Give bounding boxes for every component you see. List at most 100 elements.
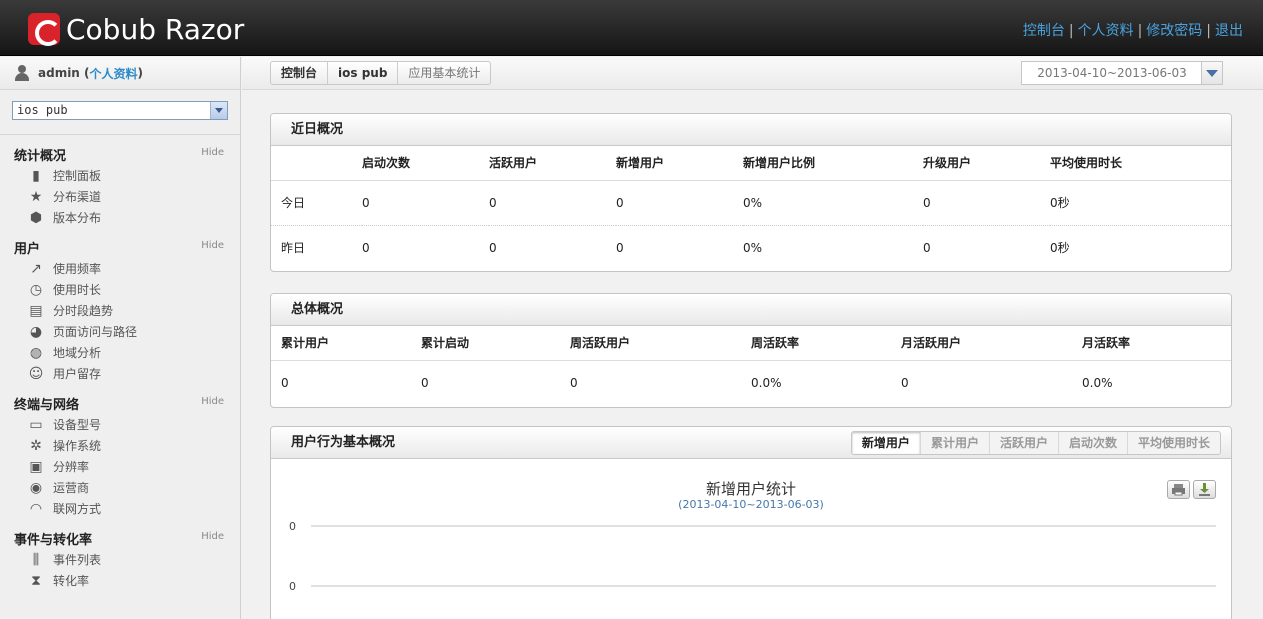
- breadcrumb-bar: 控制台 ios pub 应用基本统计 2013-04-10~2013-06-03: [242, 57, 1263, 90]
- sidebar-item[interactable]: ▭ 设备型号: [14, 414, 240, 435]
- wifi-icon: ◠: [29, 500, 43, 517]
- app-select[interactable]: ios pub: [12, 101, 228, 120]
- date-range-picker[interactable]: 2013-04-10~2013-06-03: [1021, 61, 1223, 85]
- sidebar-item[interactable]: ⧗ 转化率: [14, 570, 240, 591]
- column-header: 周活跃率: [751, 326, 901, 361]
- behavior-panel: 用户行为基本概况 新增用户 累计用户 活跃用户 启动次数 平均使用时长 新增用户统计 (…: [270, 426, 1232, 619]
- column-header: 新增用户: [616, 146, 743, 181]
- table-cell: 0: [616, 180, 743, 226]
- hide-toggle[interactable]: Hide: [201, 240, 224, 251]
- sidebar-item[interactable]: ↗ 使用频率: [14, 258, 240, 279]
- table-cell: 0: [362, 180, 489, 226]
- table-cell: 0: [901, 375, 909, 390]
- sidebar-item[interactable]: ◍ 地域分析: [14, 342, 240, 363]
- table-cell: 0: [281, 375, 289, 390]
- sidebar-item[interactable]: ▣ 分辨率: [14, 456, 240, 477]
- star-icon: ★: [29, 188, 43, 205]
- overall-table: 累计用户 累计启动 周活跃用户 周活跃率 月活跃用户 月活跃率 0 0 0 0.0% 0 0.0%: [271, 326, 1231, 405]
- brand-logo[interactable]: Cobub Razor: [28, 12, 244, 46]
- column-header: 月活跃用户: [901, 326, 1082, 361]
- table-cell: 0: [489, 240, 497, 255]
- chart-plot: 00: [289, 520, 1216, 593]
- sidebar-item-label: 版本分布: [53, 211, 102, 225]
- panel-title: 总体概况: [271, 294, 1231, 326]
- breadcrumb-dashboard[interactable]: 控制台: [271, 62, 327, 84]
- y-tick-label: 0: [289, 580, 296, 593]
- sidebar-item[interactable]: ✲ 操作系统: [14, 435, 240, 456]
- sidebar-item[interactable]: ▤ 分时段趋势: [14, 300, 240, 321]
- y-tick-label: 0: [289, 520, 296, 533]
- area-chart-icon: ▤: [29, 302, 43, 319]
- main-content: 控制台 ios pub 应用基本统计 2013-04-10~2013-06-03…: [242, 57, 1263, 619]
- sidebar-item-label: 操作系统: [53, 439, 102, 453]
- nav-section-title: 终端与网络 Hide: [14, 394, 240, 414]
- sidebar-item[interactable]: ◉ 运营商: [14, 477, 240, 498]
- table-row: 昨日 0 0 0 0% 0 0秒: [271, 225, 1231, 270]
- column-header: 累计用户: [271, 326, 421, 361]
- link-dashboard[interactable]: 控制台: [1023, 23, 1065, 39]
- top-bar: Cobub Razor 控制台 | 个人资料 | 修改密码 | 退出: [0, 0, 1263, 56]
- sidebar-item[interactable]: ◠ 联网方式: [14, 498, 240, 519]
- hide-toggle[interactable]: Hide: [201, 147, 224, 158]
- hourglass-icon: ⧗: [31, 572, 41, 589]
- recent-overview-panel: 近日概况 启动次数 活跃用户 新增用户 新增用户比例 升级用户 平均使用时长 今日 0 0 0 0…: [270, 113, 1232, 272]
- sidebar-item-label: 联网方式: [53, 502, 102, 516]
- sidebar-item-label: 控制面板: [53, 169, 102, 183]
- link-change-password[interactable]: 修改密码: [1146, 23, 1202, 39]
- sidebar-item[interactable]: ⬢ 版本分布: [14, 207, 240, 228]
- chevron-down-icon[interactable]: [210, 102, 227, 119]
- sidebar-item-label: 分布渠道: [53, 190, 102, 204]
- sidebar-item-label: 运营商: [53, 481, 90, 495]
- link-logout[interactable]: 退出: [1215, 23, 1243, 39]
- table-cell: 0: [616, 240, 624, 255]
- tab-metric[interactable]: 平均使用时长: [1126, 432, 1220, 454]
- hide-toggle[interactable]: Hide: [201, 531, 224, 542]
- sidebar: admin (个人资料) ios pub 统计概况 Hide ▮ 控制面板 ★ 分布渠道 ⬢…: [0, 57, 241, 619]
- sidebar-item[interactable]: ☺ 用户留存: [14, 363, 240, 384]
- cube-icon: ⬢: [29, 209, 43, 226]
- sidebar-item-label: 页面访问与路径: [53, 325, 138, 339]
- sidebar-item-label: 分辨率: [53, 460, 90, 474]
- chevron-down-icon[interactable]: [1201, 62, 1222, 84]
- column-header: 升级用户: [923, 146, 1050, 181]
- tab-metric[interactable]: 启动次数: [1057, 432, 1127, 454]
- sidebar-item-label: 设备型号: [53, 418, 102, 432]
- table-cell: 0.0%: [751, 375, 782, 390]
- table-row: 今日 0 0 0 0% 0 0秒: [271, 180, 1231, 226]
- nav-section-title: 事件与转化率 Hide: [14, 529, 240, 549]
- table-cell: 0: [923, 240, 931, 255]
- sidebar-item[interactable]: ⫼ 事件列表: [14, 549, 240, 570]
- profile-link[interactable]: 个人资料: [90, 65, 138, 82]
- tab-metric[interactable]: 累计用户: [919, 432, 989, 454]
- column-header: 活跃用户: [489, 146, 616, 181]
- sidebar-item[interactable]: ★ 分布渠道: [14, 186, 240, 207]
- table-cell: 今日: [271, 180, 362, 226]
- column-header: [271, 146, 362, 181]
- column-header: 月活跃率: [1082, 326, 1231, 361]
- hide-toggle[interactable]: Hide: [201, 396, 224, 407]
- nav-section: 用户 Hide ↗ 使用频率 ◷ 使用时长 ▤ 分时段趋势 ◕ 页面访问与路径 ◍ 地域分析 ☺ 用户留存: [0, 238, 240, 384]
- logo-mark-icon: [28, 13, 61, 46]
- column-header: 累计启动: [421, 326, 570, 361]
- nav-section-title: 用户 Hide: [14, 238, 240, 258]
- link-profile[interactable]: 个人资料: [1078, 23, 1134, 39]
- sidebar-item[interactable]: ◕ 页面访问与路径: [14, 321, 240, 342]
- table-cell: 0: [923, 180, 1050, 226]
- breadcrumb-current: 应用基本统计: [397, 62, 490, 84]
- gear-icon: ✲: [30, 437, 42, 454]
- app-select-value: ios pub: [17, 103, 68, 117]
- sidebar-item[interactable]: ◷ 使用时长: [14, 279, 240, 300]
- users-icon: ◉: [29, 479, 43, 496]
- breadcrumb-app[interactable]: ios pub: [327, 62, 397, 84]
- tab-metric[interactable]: 新增用户: [851, 432, 920, 454]
- sidebar-item[interactable]: ▮ 控制面板: [14, 165, 240, 186]
- table-cell: 0秒: [1050, 241, 1070, 256]
- metric-tabs: 新增用户 累计用户 活跃用户 启动次数 平均使用时长: [850, 431, 1221, 455]
- tab-metric[interactable]: 活跃用户: [988, 432, 1058, 454]
- sidebar-item-label: 转化率: [53, 574, 90, 588]
- breadcrumb: 控制台 ios pub 应用基本统计: [270, 61, 492, 85]
- nav-sections: 统计概况 Hide ▮ 控制面板 ★ 分布渠道 ⬢ 版本分布 用户 Hide ↗ 使用频率 ◷ 使用时长 ▤…: [0, 145, 240, 591]
- sliders-icon: ⫼: [32, 551, 40, 568]
- column-header: 启动次数: [362, 146, 489, 181]
- new-users-chart: 新增用户统计 (2013-04-10~2013-06-03) 00: [271, 460, 1231, 619]
